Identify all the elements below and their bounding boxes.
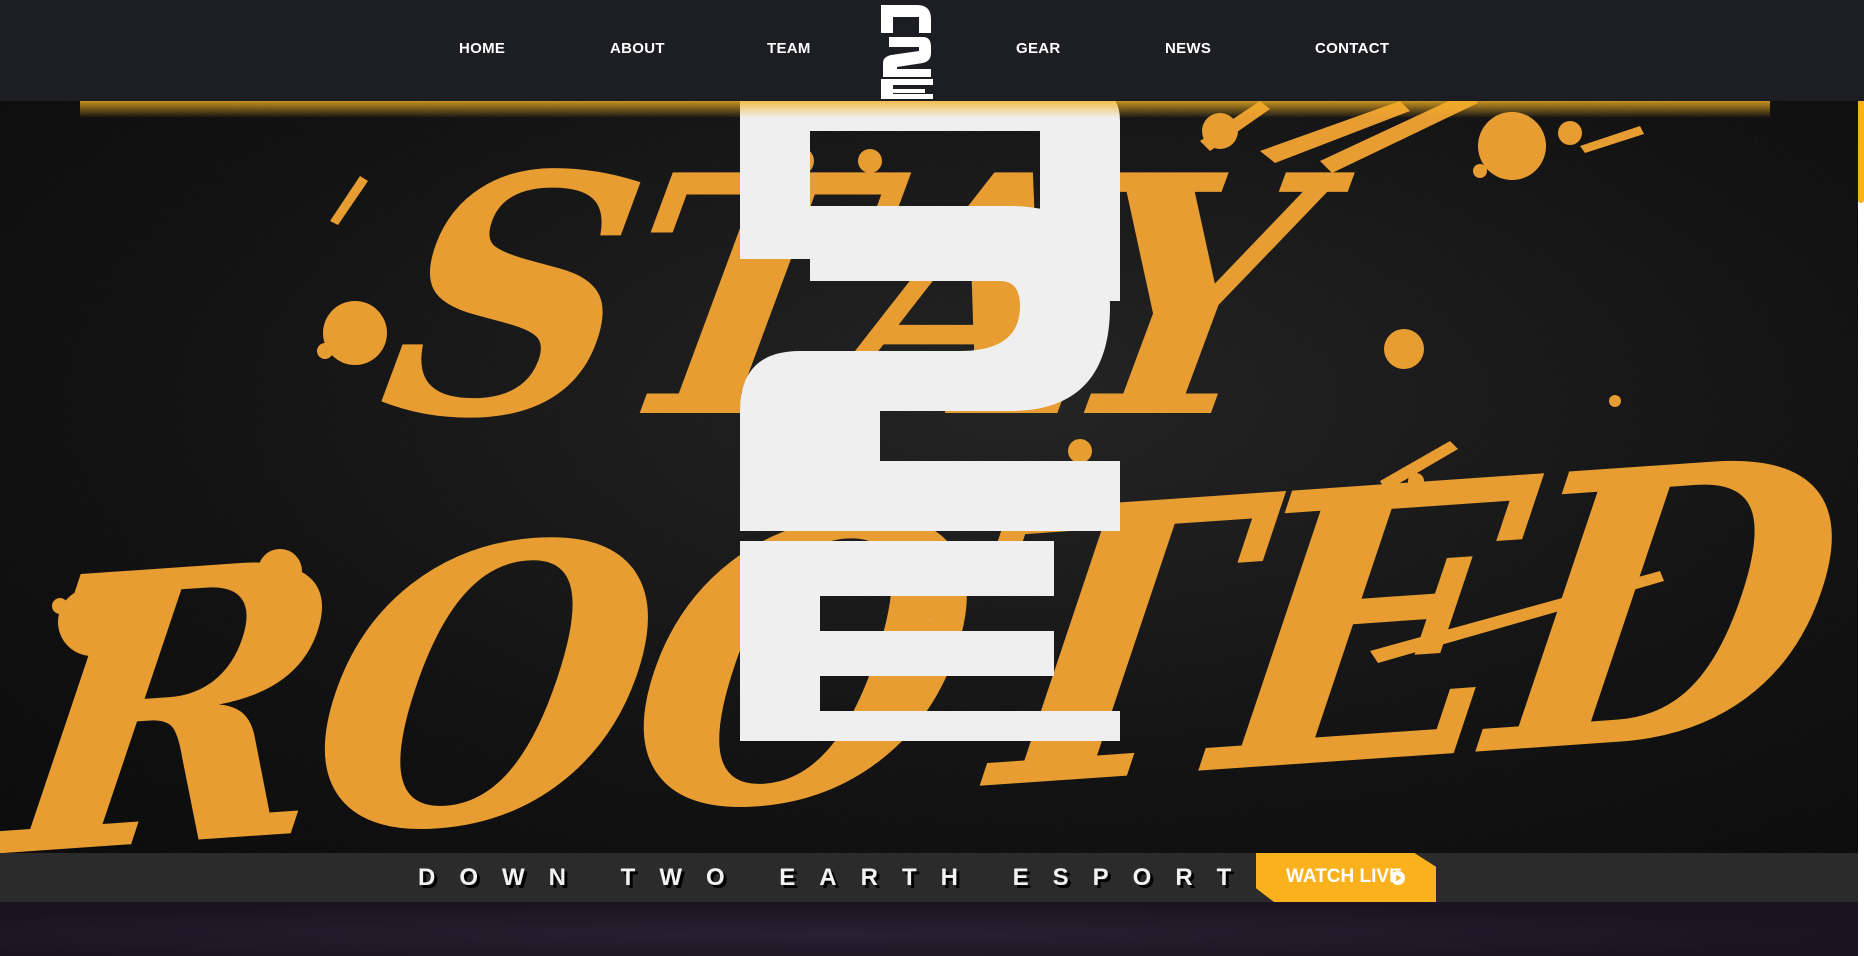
emblem-text: D2E [929, 620, 931, 622]
watch-live-label: WATCH LIVE [1286, 866, 1402, 887]
next-section [0, 902, 1858, 956]
nav-gear-link[interactable]: GEAR [1016, 40, 1061, 57]
hero-banner: STAY ROOTED D2E [0, 101, 1858, 853]
d2e-logo[interactable] [879, 3, 935, 100]
top-navigation: HOME ABOUT TEAM GEAR NEWS CONTACT [0, 0, 1864, 101]
nav-home-link[interactable]: HOME [459, 40, 505, 57]
nav-news-link[interactable]: NEWS [1165, 40, 1211, 57]
ticker-text: DOWN TWO EARTH ESPORTS [418, 864, 1296, 891]
nav-about-link[interactable]: ABOUT [610, 40, 665, 57]
nav-contact-link[interactable]: CONTACT [1315, 40, 1389, 57]
nav-bevel [0, 101, 1864, 115]
hero-artwork: STAY ROOTED D2E [0, 101, 1858, 853]
watch-live-button[interactable]: WATCH LIVE [1256, 853, 1436, 902]
nav-team-link[interactable]: TEAM [767, 40, 811, 57]
play-circle-icon [1391, 871, 1405, 885]
